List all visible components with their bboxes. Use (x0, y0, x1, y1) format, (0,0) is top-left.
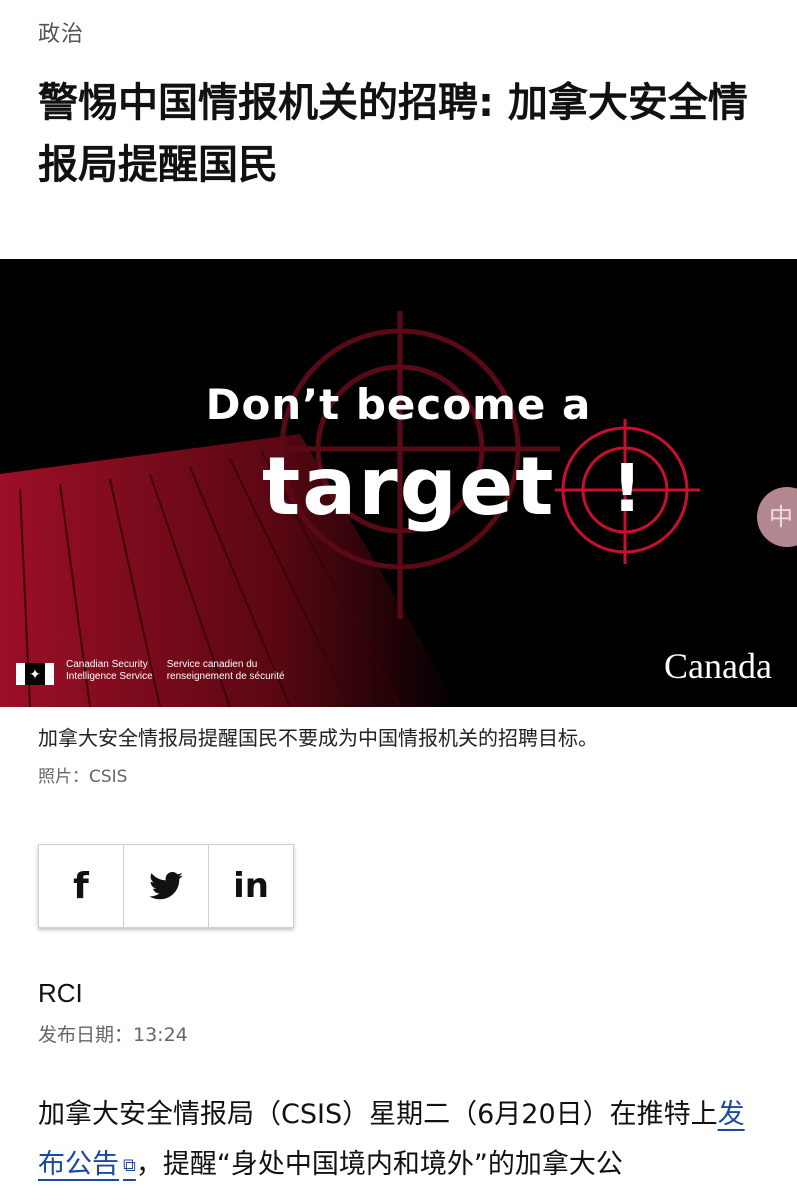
body-text-part1: 加拿大安全情报局（CSIS）星期二（6月20日）在推特上 (38, 1099, 718, 1130)
linkedin-icon: in (233, 866, 269, 906)
csis-logo: ✦ Canadian Security Intelligence Service… (16, 659, 299, 685)
photo-credit: 照片：CSIS (38, 767, 128, 787)
external-link-icon: ⧉ (123, 1155, 136, 1176)
facebook-share-button[interactable]: f (39, 845, 124, 927)
facebook-icon: f (73, 865, 89, 907)
twitter-share-button[interactable] (124, 845, 209, 927)
publish-date: 发布日期：13:24 (38, 1024, 188, 1046)
hero-slogan-line1: Don’t become a (205, 380, 592, 429)
share-bar: f in (38, 844, 294, 928)
hero-image: Don’t become a target ! ✦ Canadian Secur… (0, 259, 797, 707)
article-headline: 警惕中国情报机关的招聘: 加拿大安全情报局提醒国民 (38, 80, 748, 188)
canada-wordmark: Canada (664, 646, 772, 686)
csis-name-english: Canadian Security Intelligence Service (66, 659, 153, 682)
hero-slogan-target: target (262, 440, 556, 533)
linkedin-share-button[interactable]: in (209, 845, 293, 927)
article-body-paragraph: 加拿大安全情报局（CSIS）星期二（6月20日）在推特上发布公告 ⧉，提醒“身处中… (38, 1090, 768, 1191)
image-caption: 加拿大安全情报局提醒国民不要成为中国情报机关的招聘目标。 (38, 726, 598, 750)
body-text-part2: ，提醒“身处中国境内和境外”的加拿大公 (135, 1149, 623, 1180)
category-label[interactable]: 政治 (38, 16, 84, 48)
twitter-icon (149, 872, 183, 900)
canada-flag-icon: ✦ (16, 663, 54, 685)
hero-exclamation: ! (612, 450, 643, 527)
author-name[interactable]: RCI (38, 978, 83, 1009)
csis-name-french: Service canadien du renseignement de séc… (166, 659, 285, 682)
